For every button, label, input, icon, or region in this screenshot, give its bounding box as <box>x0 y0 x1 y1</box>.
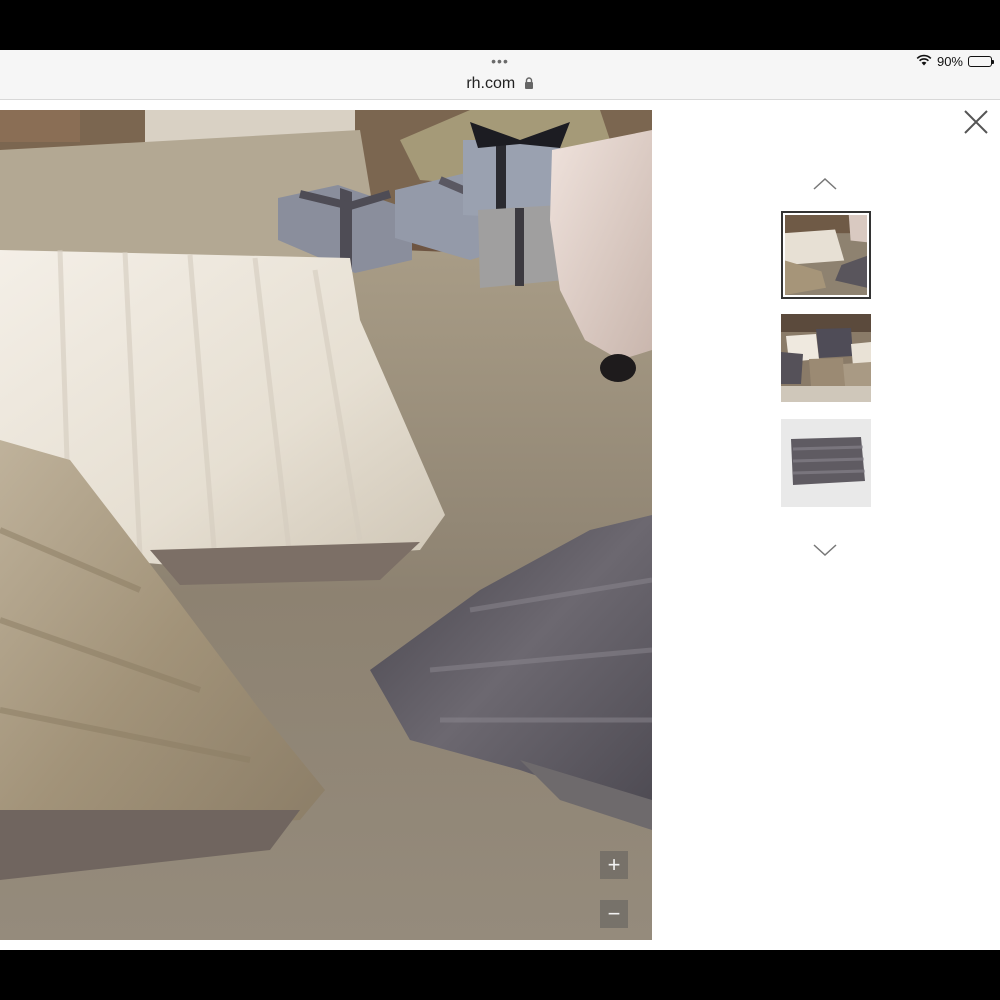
url-text: rh.com <box>466 75 516 92</box>
browser-chrome: ••• rh.com <box>0 50 1000 100</box>
address-bar[interactable]: rh.com <box>0 74 1000 95</box>
thumbnail-2[interactable] <box>781 314 871 402</box>
close-button[interactable] <box>962 108 990 136</box>
product-image-zoom[interactable] <box>0 110 652 940</box>
thumbnail-3[interactable] <box>781 419 871 507</box>
battery-percent: 90% <box>936 53 963 69</box>
close-icon <box>964 110 988 134</box>
battery-icon <box>968 55 994 67</box>
tab-menu-dots[interactable]: ••• <box>0 54 1000 68</box>
thumbnail-prev-button[interactable] <box>812 177 838 191</box>
zoom-out-button[interactable]: − <box>600 900 628 928</box>
chevron-down-icon <box>813 544 837 557</box>
thumbnail-image-grey-fur-pillow <box>781 419 871 507</box>
thumbnail-1[interactable] <box>781 211 871 299</box>
lock-icon <box>524 75 534 95</box>
zoom-in-button[interactable]: + <box>600 851 628 879</box>
thumbnail-next-button[interactable] <box>812 543 838 557</box>
device-screen: ••• rh.com 90% + − <box>0 0 1000 1000</box>
thumbnail-panel <box>652 100 1000 950</box>
product-image <box>0 110 652 940</box>
thumbnail-image-pillows-on-sofa <box>781 314 871 402</box>
status-bar: 90% <box>916 53 994 69</box>
wifi-icon <box>916 54 932 69</box>
chevron-up-icon <box>813 177 837 190</box>
thumbnail-image-pillows-on-rug <box>785 215 867 295</box>
page-content: + − <box>0 100 1000 950</box>
